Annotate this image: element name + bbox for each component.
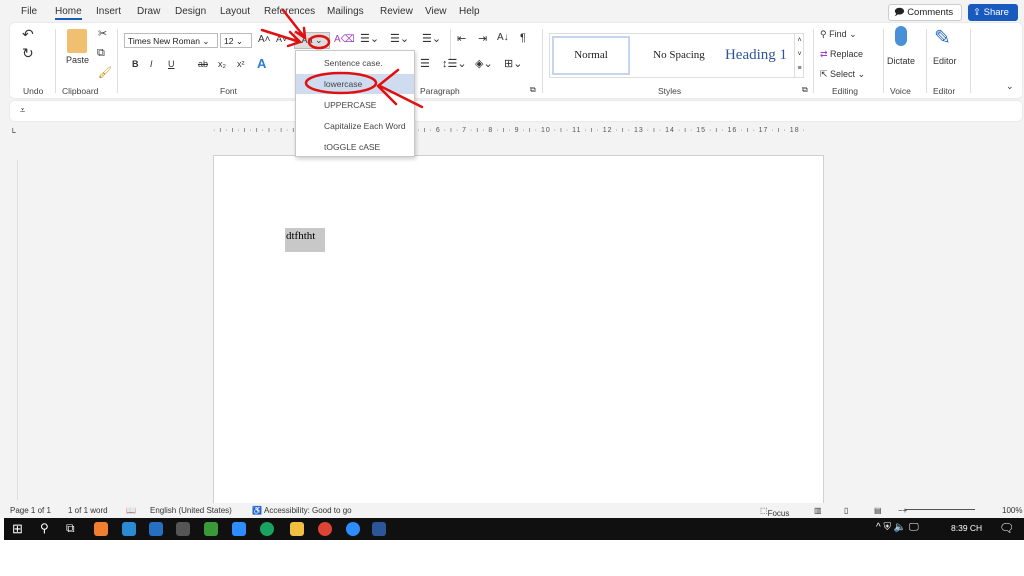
clock[interactable]: 8:39 CH (951, 523, 982, 533)
zoom-slider[interactable]: − + (898, 506, 975, 515)
app-icon[interactable] (176, 522, 190, 536)
circle-annotation (307, 34, 331, 50)
focus-button[interactable]: ⬚ Focus (760, 506, 789, 518)
taskbar: ⊞ ⚲ ⧉ ^ ⛨ 🔈 🖵 8:39 CH 🗨 (4, 518, 1024, 540)
word-count[interactable]: 1 of 1 word (68, 506, 108, 515)
vscode-icon[interactable] (149, 522, 163, 536)
file-explorer-icon[interactable] (290, 522, 304, 536)
accessibility-status[interactable]: Accessibility: Good to go (264, 506, 352, 515)
web-layout-icon[interactable]: ▤ (874, 506, 882, 515)
app-icon[interactable] (94, 522, 108, 536)
proofing-icon[interactable]: 📖 (126, 506, 136, 515)
circle-annotation (304, 71, 378, 95)
accessibility-icon: ♿ (252, 506, 262, 515)
chrome-icon[interactable] (318, 522, 332, 536)
page-count[interactable]: Page 1 of 1 (10, 506, 51, 515)
print-layout-icon[interactable]: ▯ (844, 506, 848, 515)
red-annotations (260, 8, 424, 109)
arrow-annotation (281, 8, 307, 41)
system-tray-icons[interactable]: ^ ⛨ 🔈 🖵 (876, 522, 919, 533)
zoom-level[interactable]: 100% (1002, 506, 1022, 515)
notifications-icon[interactable]: 🗨 (999, 521, 1014, 535)
upwork-icon[interactable] (260, 522, 274, 536)
status-bar: Page 1 of 1 1 of 1 word 📖 English (Unite… (0, 503, 1024, 518)
task-view-icon[interactable]: ⧉ (66, 521, 75, 536)
app-icon[interactable] (204, 522, 218, 536)
arrow-annotation (260, 28, 303, 48)
search-icon[interactable]: ⚲ (40, 521, 49, 535)
arrow-annotation (376, 68, 424, 109)
focus-label: Focus (767, 509, 790, 518)
windows-start-icon[interactable]: ⊞ (12, 521, 23, 537)
mail-icon[interactable] (122, 522, 136, 536)
word-icon[interactable] (372, 522, 386, 536)
language-status[interactable]: English (United States) (150, 506, 232, 515)
zoom-app-icon[interactable] (232, 522, 246, 536)
zoom-meetings-icon[interactable] (346, 522, 360, 536)
read-mode-icon[interactable]: ▥ (814, 506, 822, 515)
